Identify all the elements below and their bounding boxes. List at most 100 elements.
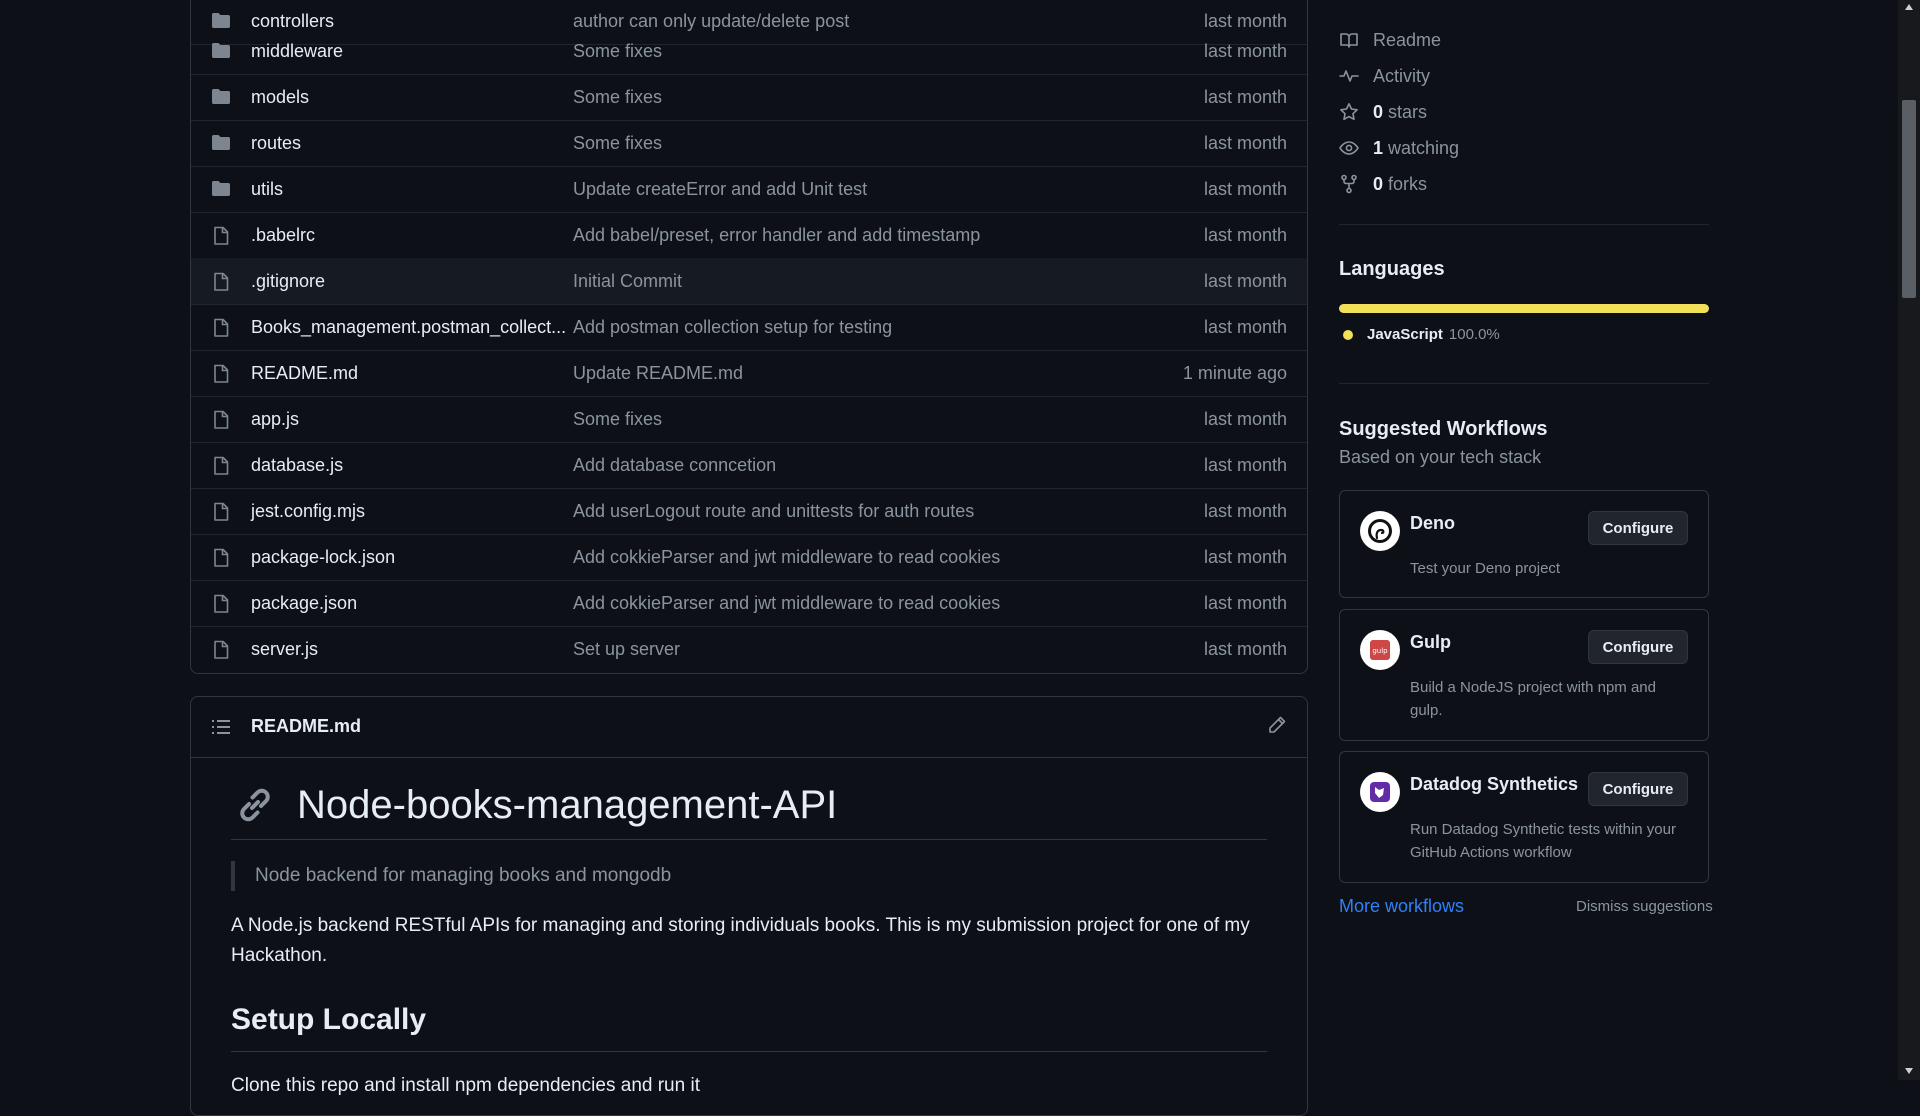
- scroll-down-icon[interactable]: [1905, 1068, 1913, 1074]
- scroll-up-icon[interactable]: [1905, 4, 1913, 10]
- file-name[interactable]: package.json: [251, 593, 357, 614]
- commit-message[interactable]: Add database conncetion: [573, 455, 776, 476]
- file-row-babelrc[interactable]: .babelrc Add babel/preset, error handler…: [191, 212, 1307, 259]
- workflow-description: Run Datadog Synthetic tests within your …: [1410, 821, 1676, 861]
- file-icon: [211, 226, 231, 245]
- file-row-database-js[interactable]: database.js Add database conncetion last…: [191, 442, 1307, 489]
- file-name[interactable]: models: [251, 87, 309, 108]
- file-name[interactable]: README.md: [251, 363, 358, 384]
- commit-message[interactable]: Add babel/preset, error handler and add …: [573, 225, 980, 246]
- file-row-gitignore[interactable]: .gitignore Initial Commit last month: [191, 258, 1307, 305]
- star-icon: [1339, 102, 1359, 122]
- language-bar: [1339, 304, 1709, 313]
- list-unordered-icon[interactable]: [211, 717, 231, 737]
- workflow-name: Gulp: [1410, 632, 1451, 652]
- file-name[interactable]: .babelrc: [251, 225, 315, 246]
- file-row-postman-collection[interactable]: Books_management.postman_collect... Add …: [191, 304, 1307, 351]
- page-scrollbar[interactable]: [1898, 0, 1920, 1080]
- file-row-server-js[interactable]: server.js Set up server last month: [191, 626, 1307, 672]
- file-name[interactable]: app.js: [251, 409, 299, 430]
- gulp-logo-icon: gulp: [1360, 630, 1400, 670]
- workflow-name: Datadog Synthetics: [1410, 774, 1579, 794]
- sidebar-item-label: watching: [1388, 137, 1460, 158]
- file-name[interactable]: jest.config.mjs: [251, 501, 365, 522]
- workflow-name: Deno: [1410, 513, 1455, 533]
- file-name[interactable]: database.js: [251, 455, 343, 476]
- book-icon: [1339, 30, 1359, 50]
- commit-time: last month: [1203, 408, 1287, 429]
- more-workflows-link[interactable]: More workflows: [1339, 896, 1464, 917]
- workflow-card-datadog: Datadog Synthetics Run Datadog Synthetic…: [1339, 751, 1709, 883]
- commit-time: last month: [1203, 592, 1287, 613]
- file-icon: [211, 502, 231, 521]
- file-icon: [211, 410, 231, 429]
- folder-icon: [211, 134, 231, 152]
- commit-time: last month: [1203, 224, 1287, 245]
- commit-time: last month: [1203, 40, 1287, 61]
- commit-message[interactable]: Some fixes: [573, 87, 662, 108]
- sidebar-item-forks[interactable]: 0 forks: [1339, 166, 1709, 202]
- stars-count: 0: [1373, 101, 1384, 122]
- link-icon[interactable]: [235, 785, 275, 825]
- file-list: controllers author can only update/delet…: [190, 0, 1308, 674]
- language-name: JavaScript: [1367, 326, 1443, 343]
- file-row-package-lock[interactable]: package-lock.json Add cokkieParser and j…: [191, 534, 1307, 581]
- file-name[interactable]: middleware: [251, 41, 343, 62]
- pencil-icon[interactable]: [1267, 715, 1287, 735]
- file-row-utils[interactable]: utils Update createError and add Unit te…: [191, 166, 1307, 213]
- readme-paragraph-2: Clone this repo and install npm dependen…: [231, 1075, 700, 1096]
- commit-message[interactable]: Some fixes: [573, 41, 662, 62]
- languages-title: Languages: [1339, 258, 1445, 280]
- file-name[interactable]: server.js: [251, 639, 318, 660]
- watching-count: 1: [1373, 137, 1384, 158]
- commit-message[interactable]: Add postman collection setup for testing: [573, 317, 892, 338]
- file-icon: [211, 594, 231, 613]
- file-row-routes[interactable]: routes Some fixes last month: [191, 120, 1307, 167]
- sidebar-item-activity[interactable]: Activity: [1339, 58, 1709, 94]
- language-item[interactable]: JavaScript 100.0%: [1343, 326, 1500, 343]
- commit-message[interactable]: Initial Commit: [573, 271, 682, 292]
- configure-button[interactable]: Configure: [1588, 772, 1688, 806]
- file-row-models[interactable]: models Some fixes last month: [191, 74, 1307, 121]
- divider: [1339, 383, 1709, 384]
- repo-meta-list: Readme Activity 0 stars 1 watching 0 for…: [1339, 22, 1709, 202]
- folder-icon: [211, 42, 231, 60]
- sidebar-item-readme[interactable]: Readme: [1339, 22, 1709, 58]
- language-color-dot: [1343, 329, 1353, 340]
- commit-message[interactable]: Add cokkieParser and jwt middleware to r…: [573, 547, 1000, 568]
- scroll-thumb[interactable]: [1902, 100, 1916, 298]
- commit-message[interactable]: Set up server: [573, 639, 680, 660]
- commit-message[interactable]: Update README.md: [573, 363, 743, 384]
- commit-message[interactable]: Add cokkieParser and jwt middleware to r…: [573, 593, 1000, 614]
- file-name[interactable]: routes: [251, 133, 301, 154]
- commit-time: last month: [1203, 86, 1287, 107]
- configure-button[interactable]: Configure: [1588, 511, 1688, 545]
- divider: [1339, 224, 1709, 225]
- readme-filename[interactable]: README.md: [251, 716, 361, 737]
- commit-time: last month: [1203, 178, 1287, 199]
- file-row-readme[interactable]: README.md Update README.md 1 minute ago: [191, 350, 1307, 397]
- pulse-icon: [1339, 66, 1359, 86]
- file-icon: [211, 640, 231, 659]
- sidebar-item-watching[interactable]: 1 watching: [1339, 130, 1709, 166]
- file-name[interactable]: utils: [251, 179, 283, 200]
- file-name[interactable]: .gitignore: [251, 271, 325, 292]
- sidebar-item-stars[interactable]: 0 stars: [1339, 94, 1709, 130]
- configure-button[interactable]: Configure: [1588, 630, 1688, 664]
- commit-time: last month: [1203, 270, 1287, 291]
- commit-message[interactable]: Add userLogout route and unittests for a…: [573, 501, 974, 522]
- file-name[interactable]: Books_management.postman_collect...: [251, 317, 566, 338]
- datadog-logo-icon: [1360, 772, 1400, 812]
- file-row-middleware[interactable]: middleware Some fixes last month: [191, 28, 1307, 75]
- file-row-jest-config[interactable]: jest.config.mjs Add userLogout route and…: [191, 488, 1307, 535]
- readme-panel: README.md Node-books-management-API Node…: [190, 696, 1308, 1116]
- commit-message[interactable]: Some fixes: [573, 409, 662, 430]
- file-row-package-json[interactable]: package.json Add cokkieParser and jwt mi…: [191, 580, 1307, 627]
- file-name[interactable]: package-lock.json: [251, 547, 395, 568]
- dismiss-suggestions-button[interactable]: Dismiss suggestions: [1576, 898, 1713, 915]
- workflow-card-deno: Deno Test your Deno project Configure: [1339, 490, 1709, 598]
- commit-message[interactable]: Some fixes: [573, 133, 662, 154]
- file-row-app-js[interactable]: app.js Some fixes last month: [191, 396, 1307, 443]
- commit-time: 1 minute ago: [1182, 362, 1287, 383]
- commit-message[interactable]: Update createError and add Unit test: [573, 179, 867, 200]
